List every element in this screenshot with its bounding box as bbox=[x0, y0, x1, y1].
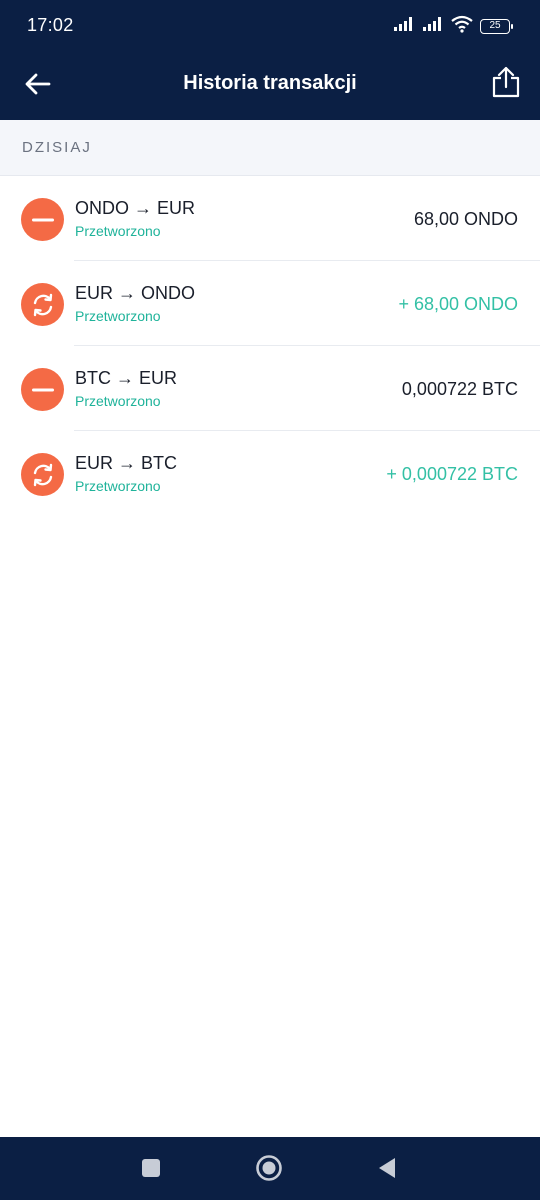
transaction-row[interactable]: EUR → ONDO Przetworzono + 68,00 ONDO bbox=[0, 261, 540, 346]
page-title: Historia transakcji bbox=[183, 72, 357, 94]
home-circle-icon bbox=[255, 1154, 283, 1187]
system-nav-bar bbox=[0, 1137, 540, 1200]
status-icons: 25 bbox=[393, 14, 513, 38]
share-icon bbox=[492, 66, 520, 103]
transaction-row[interactable]: BTC → EUR Przetworzono 0,000722 BTC bbox=[0, 346, 540, 431]
signal-icon bbox=[393, 16, 415, 37]
status-time: 17:02 bbox=[27, 15, 74, 35]
battery-level: 25 bbox=[489, 20, 501, 31]
transaction-amount: 0,000722 BTC bbox=[401, 379, 518, 399]
transaction-status: Przetworzono bbox=[75, 308, 161, 324]
wifi-icon bbox=[451, 15, 473, 38]
recents-square-icon bbox=[141, 1158, 161, 1183]
minus-icon bbox=[21, 368, 64, 411]
transaction-status: Przetworzono bbox=[75, 478, 161, 494]
battery-icon: 25 bbox=[480, 18, 513, 34]
share-button[interactable] bbox=[486, 64, 526, 104]
transaction-title: ONDO → EUR bbox=[75, 198, 196, 218]
transaction-amount: + 68,00 ONDO bbox=[398, 294, 518, 314]
transaction-title: EUR → BTC bbox=[75, 453, 178, 473]
back-triangle-icon bbox=[377, 1157, 397, 1184]
transaction-title: EUR → ONDO bbox=[75, 283, 196, 303]
minus-icon bbox=[21, 198, 64, 241]
transaction-title: BTC → EUR bbox=[75, 368, 178, 388]
exchange-icon bbox=[21, 283, 64, 326]
home-button[interactable] bbox=[254, 1154, 284, 1187]
transaction-status: Przetworzono bbox=[75, 223, 161, 239]
exchange-icon bbox=[21, 453, 64, 496]
transaction-status: Przetworzono bbox=[75, 393, 161, 409]
transaction-amount: + 0,000722 BTC bbox=[386, 464, 518, 484]
transaction-list: ONDO → EUR Przetworzono 68,00 ONDO EUR →… bbox=[0, 176, 540, 516]
transaction-row[interactable]: ONDO → EUR Przetworzono 68,00 ONDO bbox=[0, 176, 540, 261]
system-back-button[interactable] bbox=[372, 1155, 402, 1185]
status-bar: 17:02 25 bbox=[0, 0, 540, 52]
section-header-today: DZISIAJ bbox=[0, 120, 540, 176]
app-bar: Historia transakcji bbox=[0, 52, 540, 120]
recents-button[interactable] bbox=[136, 1155, 166, 1185]
transaction-row[interactable]: EUR → BTC Przetworzono + 0,000722 BTC bbox=[0, 431, 540, 516]
transaction-amount: 68,00 ONDO bbox=[413, 209, 518, 229]
signal-icon bbox=[422, 16, 444, 37]
